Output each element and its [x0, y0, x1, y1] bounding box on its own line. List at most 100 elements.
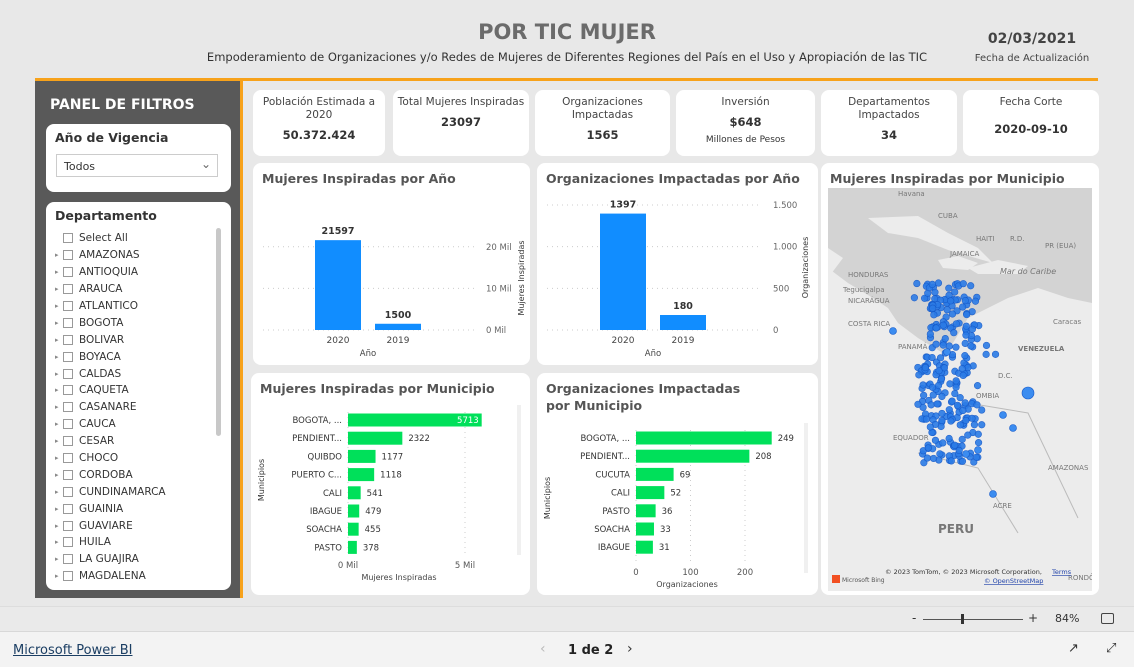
department-item[interactable]: ▸ MAGDALENA — [55, 568, 215, 585]
next-page-icon[interactable]: › — [627, 641, 633, 657]
expand-icon[interactable]: ▸ — [55, 336, 63, 344]
zoom-slider[interactable] — [923, 619, 1023, 620]
zoom-slider-handle[interactable] — [961, 614, 964, 624]
expand-icon[interactable]: ▸ — [55, 555, 63, 563]
map-point — [968, 414, 976, 422]
year-dropdown[interactable]: Todos ⌄ — [56, 154, 218, 177]
department-item[interactable]: ▸ BOGOTA — [55, 314, 215, 331]
map-point — [910, 294, 918, 302]
expand-icon[interactable]: ▸ — [55, 370, 63, 378]
zoom-in-button[interactable]: + — [1028, 611, 1038, 625]
y-tick-label: PENDIENT... — [292, 434, 342, 444]
expand-icon[interactable]: ▸ — [55, 522, 63, 530]
y-axis-title: Mujeres Inspiradas — [517, 240, 526, 315]
checkbox[interactable] — [63, 250, 73, 261]
department-item[interactable]: ▸ ATLANTICO — [55, 298, 215, 315]
map-point — [1021, 386, 1035, 400]
checkbox[interactable] — [63, 267, 73, 278]
checkbox[interactable] — [63, 301, 73, 311]
department-item[interactable]: ▸ AMAZONAS — [55, 247, 215, 264]
chart-women-by-municipality: Mujeres Inspiradas por Municipio 0 Mil 5 … — [251, 373, 530, 595]
fit-page-icon[interactable] — [1101, 613, 1114, 624]
expand-icon[interactable]: ▸ — [55, 386, 63, 394]
status-bar: - + 84% — [0, 606, 1134, 631]
share-icon[interactable]: ↗ — [1068, 641, 1079, 656]
department-item[interactable]: ▸ BOYACA — [55, 348, 215, 365]
map-label: ACRE — [993, 502, 1012, 510]
map[interactable]: Havana CUBA HAITI R.D. JAMAICA PR (EUA) Mar do… — [828, 188, 1092, 591]
bing-label: Microsoft Bing — [842, 577, 885, 584]
expand-icon[interactable]: ▸ — [55, 251, 63, 259]
expand-icon[interactable]: ▸ — [55, 437, 63, 445]
previous-page-icon[interactable]: ‹ — [540, 641, 546, 657]
checkbox[interactable] — [63, 233, 73, 244]
checkbox[interactable] — [63, 453, 73, 464]
expand-icon[interactable]: ▸ — [55, 319, 63, 327]
map-point — [959, 406, 967, 415]
fullscreen-icon[interactable]: ⤢ — [1106, 641, 1116, 656]
department-item[interactable]: ▸ GUAINIA — [55, 500, 215, 517]
department-scrollbar[interactable] — [216, 228, 221, 436]
checkbox[interactable] — [63, 317, 73, 328]
expand-icon[interactable]: ▸ — [55, 488, 63, 496]
data-label: 5713 — [457, 416, 479, 426]
expand-icon[interactable]: ▸ — [55, 454, 63, 462]
map-point — [982, 341, 991, 350]
expand-icon[interactable]: ▸ — [55, 505, 63, 513]
map-label: RONDÔNI — [1068, 573, 1092, 582]
chevron-down-icon: ⌄ — [200, 157, 211, 171]
checkbox[interactable] — [63, 368, 73, 379]
bar — [348, 468, 375, 482]
y-tick-label: 20 Mil — [486, 243, 512, 253]
department-label: CESAR — [79, 435, 115, 448]
department-item[interactable]: ▸ CESAR — [55, 433, 215, 450]
data-label: 2322 — [408, 434, 430, 444]
department-item[interactable]: Select All — [55, 230, 215, 247]
checkbox[interactable] — [63, 419, 73, 430]
map-point — [924, 444, 932, 452]
department-item[interactable]: ▸ CAUCA — [55, 416, 215, 433]
expand-icon[interactable]: ▸ — [55, 302, 63, 310]
expand-icon[interactable]: ▸ — [55, 538, 63, 546]
department-item[interactable]: ▸ GUAVIARE — [55, 517, 215, 534]
expand-icon[interactable]: ▸ — [55, 268, 63, 276]
department-item[interactable]: ▸ CAQUETA — [55, 382, 215, 399]
expand-icon[interactable]: ▸ — [55, 420, 63, 428]
checkbox[interactable] — [63, 554, 73, 565]
expand-icon[interactable]: ▸ — [55, 572, 63, 580]
expand-icon[interactable]: ▸ — [55, 403, 63, 411]
map-terms-link[interactable]: Terms — [1051, 568, 1072, 576]
map-point — [943, 348, 951, 356]
checkbox[interactable] — [63, 571, 73, 582]
checkbox[interactable] — [63, 436, 73, 447]
data-label: 52 — [670, 489, 681, 499]
department-item[interactable]: ▸ ARAUCA — [55, 281, 215, 298]
checkbox[interactable] — [63, 284, 73, 295]
checkbox[interactable] — [63, 351, 73, 362]
department-item[interactable]: ▸ HUILA — [55, 534, 215, 551]
department-label: LA GUAJIRA — [79, 553, 139, 566]
expand-icon[interactable]: ▸ — [55, 471, 63, 479]
department-item[interactable]: ▸ LA GUAJIRA — [55, 551, 215, 568]
department-item[interactable]: ▸ CUNDINAMARCA — [55, 483, 215, 500]
checkbox[interactable] — [63, 537, 73, 548]
checkbox[interactable] — [63, 334, 73, 345]
map-osm-link[interactable]: © OpenStreetMap — [984, 577, 1043, 585]
department-item[interactable]: ▸ CORDOBA — [55, 466, 215, 483]
expand-icon[interactable]: ▸ — [55, 353, 63, 361]
department-item[interactable]: ▸ ANTIOQUIA — [55, 264, 215, 281]
department-item[interactable]: ▸ CASANARE — [55, 399, 215, 416]
zoom-out-button[interactable]: - — [912, 611, 916, 625]
checkbox[interactable] — [63, 402, 73, 413]
checkbox[interactable] — [63, 486, 73, 497]
power-bi-link[interactable]: Microsoft Power BI — [13, 643, 132, 658]
checkbox[interactable] — [63, 469, 73, 480]
checkbox[interactable] — [63, 385, 73, 396]
expand-icon[interactable]: ▸ — [55, 285, 63, 293]
department-item[interactable]: ▸ CALDAS — [55, 365, 215, 382]
map-label: Mar do Caribe — [1000, 267, 1056, 276]
department-item[interactable]: ▸ CHOCO — [55, 450, 215, 467]
checkbox[interactable] — [63, 503, 73, 514]
department-item[interactable]: ▸ BOLIVAR — [55, 331, 215, 348]
checkbox[interactable] — [63, 520, 73, 531]
